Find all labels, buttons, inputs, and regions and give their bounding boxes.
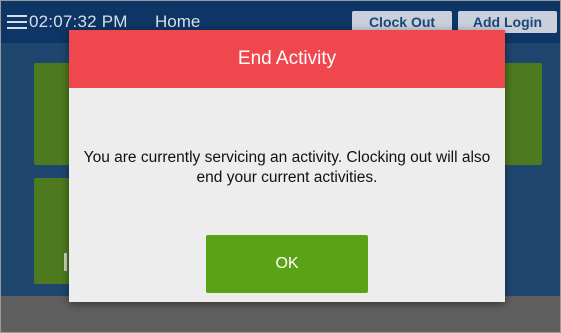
- ok-button[interactable]: OK: [206, 235, 368, 293]
- menu-icon-line: [7, 27, 27, 29]
- clock-time: 02:07:32 PM: [29, 12, 128, 31]
- menu-icon-line: [7, 21, 27, 23]
- dialog-message: You are currently servicing an activity.…: [83, 149, 491, 186]
- hamburger-menu-icon[interactable]: [7, 15, 27, 29]
- app-frame: 02:07:32 PM Home Clock Out Add Login End…: [0, 0, 561, 333]
- dialog-header: End Activity: [69, 30, 505, 88]
- page-title: Home: [155, 12, 201, 31]
- menu-icon-line: [7, 15, 27, 17]
- end-activity-dialog: End Activity You are currently servicing…: [69, 30, 505, 302]
- tile-label-fragment: [64, 253, 67, 271]
- dialog-title: End Activity: [237, 48, 337, 69]
